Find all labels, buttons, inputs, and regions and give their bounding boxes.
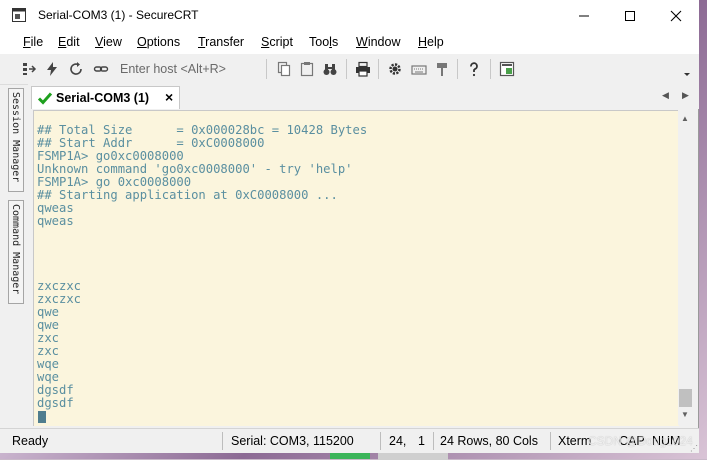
command-manager-tab[interactable]: Command Manager <box>8 200 24 304</box>
find-button[interactable] <box>320 59 340 79</box>
toolbar-overflow-button[interactable] <box>682 64 692 84</box>
toolbar-separator <box>346 59 347 79</box>
status-row: 24, <box>389 434 407 448</box>
key-icon <box>437 63 447 76</box>
refresh-icon <box>70 62 82 75</box>
connect-icon <box>23 63 37 75</box>
menu-help[interactable]: Help <box>418 35 444 49</box>
menu-window[interactable]: Window <box>356 35 400 49</box>
menu-bar: File Edit View Options Transfer Script T… <box>0 32 699 54</box>
terminal-line: qweas <box>37 214 74 228</box>
menu-transfer[interactable]: Transfer <box>198 35 244 49</box>
tab-serial-com3[interactable]: Serial-COM3 (1) × <box>31 86 180 109</box>
status-divider <box>550 432 551 450</box>
toolbar-separator <box>457 59 458 79</box>
reconnect-button[interactable] <box>91 59 111 79</box>
tab-close-button[interactable]: × <box>165 89 173 105</box>
toolbar: Enter host <Alt+R> <box>0 54 699 85</box>
terminal-cursor <box>38 411 46 423</box>
keyboard-icon <box>411 65 427 75</box>
status-size: 24 Rows, 80 Cols <box>440 434 538 448</box>
sftp-button[interactable] <box>432 59 452 79</box>
terminal-line: dgsdf <box>37 396 74 410</box>
session-manager-tab[interactable]: Session Manager <box>8 88 24 192</box>
close-window-button[interactable] <box>653 0 699 32</box>
question-mark-icon <box>470 62 478 77</box>
window-title: Serial-COM3 (1) - SecureCRT <box>38 8 199 22</box>
tip-button[interactable] <box>497 59 517 79</box>
keymap-button[interactable] <box>409 59 429 79</box>
minimize-icon <box>579 15 589 17</box>
menu-file[interactable]: File <box>23 35 43 49</box>
close-icon <box>670 10 682 22</box>
copy-button[interactable] <box>274 59 294 79</box>
enter-host-input[interactable]: Enter host <Alt+R> <box>120 62 226 76</box>
status-terminal-type: Xterm <box>558 434 592 448</box>
link-icon <box>93 66 109 72</box>
copy-icon <box>277 61 291 77</box>
status-divider <box>380 432 381 450</box>
help-button[interactable] <box>464 59 484 79</box>
connect-button[interactable] <box>19 59 39 79</box>
terminal-scrollbar[interactable]: ▲ ▼ <box>678 110 694 425</box>
scroll-down-icon[interactable]: ▼ <box>681 410 689 419</box>
session-tab-bar: Serial-COM3 (1) × ◀ ▶ <box>28 84 699 109</box>
status-col: 1 <box>418 434 425 448</box>
chevron-down-icon <box>684 73 690 76</box>
securecrt-window: Serial-COM3 (1) - SecureCRT File Edit Vi… <box>0 0 699 453</box>
session-options-button[interactable] <box>385 59 405 79</box>
status-ready: Ready <box>12 434 49 448</box>
scrollbar-thumb[interactable] <box>679 389 692 407</box>
maximize-icon <box>625 11 635 21</box>
gear-icon <box>389 63 401 75</box>
lightning-icon <box>47 62 57 76</box>
toolbar-separator <box>378 59 379 79</box>
tab-scroll-right-icon[interactable]: ▶ <box>682 90 689 101</box>
securecrt-app-icon <box>12 8 26 22</box>
watermark: CSDN @Dong1024 <box>588 434 693 448</box>
binoculars-icon <box>323 64 337 75</box>
connected-check-icon <box>37 90 53 106</box>
side-panel: Session Manager Command Manager <box>6 88 26 430</box>
terminal-line: ## Starting application at 0xC0008000 ..… <box>37 188 338 202</box>
printer-icon <box>356 61 370 77</box>
status-connection: Serial: COM3, 115200 <box>231 434 354 448</box>
menu-tools[interactable]: Tools <box>309 35 338 49</box>
menu-options[interactable]: Options <box>137 35 180 49</box>
menu-script[interactable]: Script <box>261 35 293 49</box>
menu-view[interactable]: View <box>95 35 122 49</box>
tab-label: Serial-COM3 (1) <box>56 91 150 105</box>
terminal-output[interactable]: ## Total Size = 0x000028bc = 10428 Bytes… <box>33 110 679 426</box>
minimize-button[interactable] <box>561 0 607 32</box>
quick-connect-button[interactable] <box>42 59 62 79</box>
clipboard-icon <box>300 62 314 77</box>
maximize-button[interactable] <box>607 0 653 32</box>
status-divider <box>222 432 223 450</box>
status-divider <box>433 432 434 450</box>
paste-button[interactable] <box>297 59 317 79</box>
scroll-up-icon[interactable]: ▲ <box>681 114 689 123</box>
toolbar-separator <box>490 59 491 79</box>
tab-scroll-left-icon[interactable]: ◀ <box>662 90 669 101</box>
menu-edit[interactable]: Edit <box>58 35 80 49</box>
print-button[interactable] <box>353 59 373 79</box>
connect-in-tab-button[interactable] <box>66 59 86 79</box>
title-bar: Serial-COM3 (1) - SecureCRT <box>0 0 699 32</box>
monitor-icon <box>499 61 515 77</box>
toolbar-separator <box>266 59 267 79</box>
